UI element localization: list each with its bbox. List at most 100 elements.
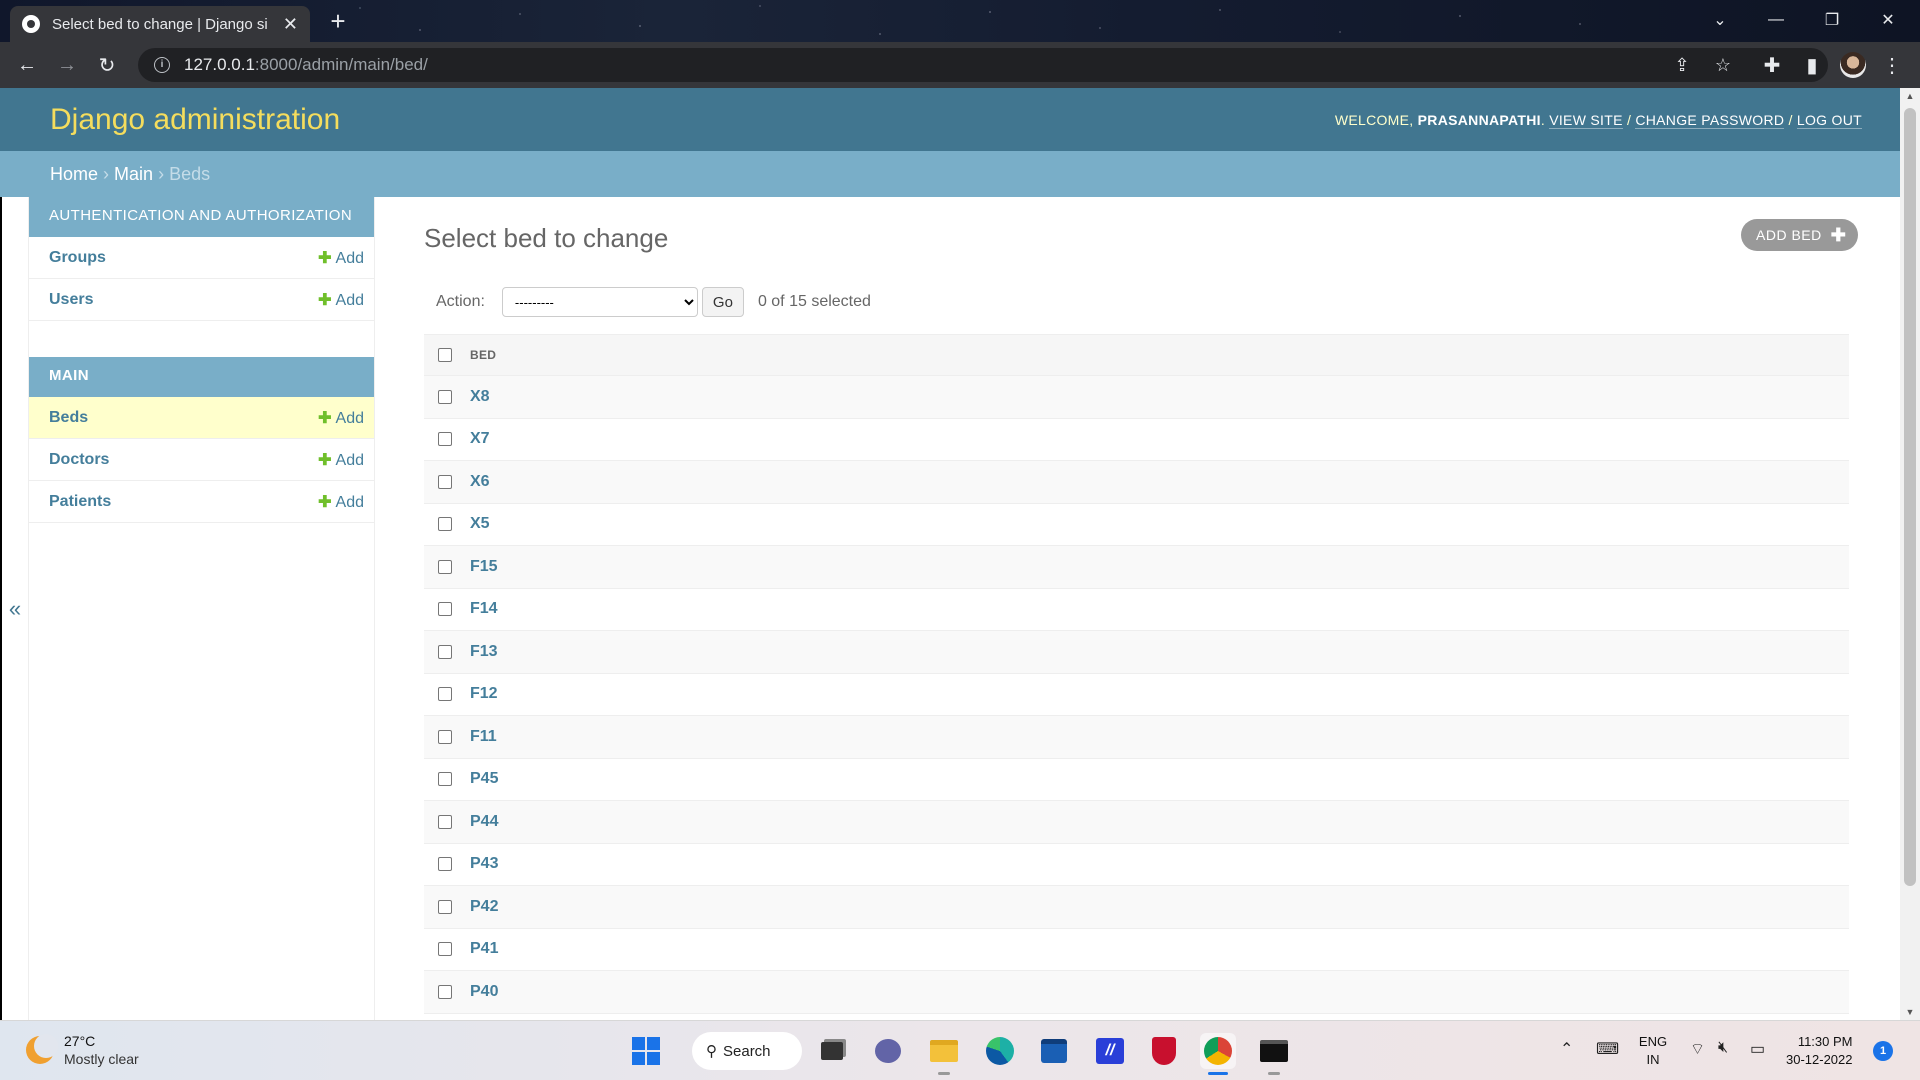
row-checkbox[interactable] (438, 942, 452, 957)
restore-icon[interactable]: ❐ (1804, 0, 1860, 40)
add-users-link[interactable]: ✚ Add (318, 290, 364, 310)
bed-link[interactable]: X6 (470, 473, 490, 491)
bed-link[interactable]: P45 (470, 770, 498, 788)
bed-link[interactable]: F11 (470, 728, 497, 746)
sidebar-link-groups[interactable]: Groups (49, 249, 106, 267)
column-header-bed[interactable]: BED (470, 348, 496, 362)
forward-arrow-icon[interactable]: → (52, 50, 82, 80)
bed-link[interactable]: P42 (470, 898, 498, 916)
notification-badge[interactable]: 1 (1873, 1041, 1893, 1061)
table-row: P45 (424, 758, 1849, 801)
row-checkbox[interactable] (438, 474, 452, 489)
reload-icon[interactable]: ↻ (92, 50, 122, 80)
microsoft-store-icon[interactable] (1036, 1033, 1072, 1069)
go-button[interactable]: Go (701, 287, 744, 317)
row-checkbox[interactable] (438, 814, 452, 829)
taskbar-search[interactable]: ⚲ Search (692, 1032, 802, 1070)
chrome-menu-icon[interactable]: ⋮ (1877, 50, 1907, 80)
url-host: 127.0.0.1 (184, 55, 255, 74)
sidebar-link-users[interactable]: Users (49, 291, 93, 309)
scrollbar-thumb[interactable] (1904, 108, 1916, 886)
log-out-link[interactable]: LOG OUT (1796, 112, 1862, 129)
row-checkbox[interactable] (438, 729, 452, 744)
chrome-browser-icon[interactable] (1200, 1033, 1236, 1069)
bed-link[interactable]: P41 (470, 940, 498, 958)
row-checkbox[interactable] (438, 389, 452, 404)
profile-avatar[interactable] (1840, 52, 1866, 78)
sidebar-toggle-icon[interactable]: « (0, 197, 29, 1020)
keyboard-icon[interactable]: ⌨ (1596, 1039, 1619, 1059)
share-icon[interactable]: ⇪ (1667, 50, 1697, 80)
site-info-icon[interactable]: i (154, 57, 170, 73)
action-select[interactable]: --------- (501, 287, 698, 317)
sidebar-link-beds[interactable]: Beds (49, 409, 88, 427)
edge-browser-icon[interactable] (982, 1033, 1018, 1069)
minimize-icon[interactable]: — (1748, 0, 1804, 40)
add-doctors-link[interactable]: ✚ Add (318, 450, 364, 470)
change-password-link[interactable]: CHANGE PASSWORD (1635, 112, 1785, 129)
row-checkbox[interactable] (438, 899, 452, 914)
input-language[interactable]: ENG IN (1636, 1033, 1670, 1069)
bed-link[interactable]: F14 (470, 600, 498, 618)
module-caption-main[interactable]: MAIN (29, 357, 374, 397)
weather-widget[interactable]: 27°C Mostly clear (26, 1033, 139, 1067)
add-patients-link[interactable]: ✚ Add (318, 492, 364, 512)
site-branding[interactable]: Django administration (50, 103, 340, 137)
vscode-like-app-icon[interactable]: // (1092, 1033, 1128, 1069)
bed-link[interactable]: F13 (470, 643, 498, 661)
bed-link[interactable]: X8 (470, 388, 490, 406)
file-explorer-icon[interactable] (926, 1033, 962, 1069)
sidebar-link-doctors[interactable]: Doctors (49, 451, 109, 469)
tab-search-chevron-icon[interactable]: ⌄ (1692, 0, 1748, 40)
window-close-icon[interactable]: ✕ (1860, 0, 1916, 40)
row-checkbox[interactable] (438, 984, 452, 999)
row-checkbox[interactable] (438, 559, 452, 574)
add-bed-button[interactable]: ADD BED ✚ (1741, 219, 1859, 251)
url-path: :8000/admin/main/bed/ (254, 55, 428, 74)
row-checkbox[interactable] (438, 857, 452, 872)
start-button[interactable] (628, 1033, 664, 1069)
scroll-down-arrow-icon[interactable]: ▼ (1900, 1004, 1920, 1020)
teams-chat-icon[interactable] (870, 1033, 906, 1069)
bed-link[interactable]: P43 (470, 855, 498, 873)
new-tab-plus-icon[interactable]: + (322, 6, 354, 38)
row-checkbox[interactable] (438, 644, 452, 659)
side-panel-icon[interactable]: ▮ (1797, 50, 1827, 80)
select-all-checkbox[interactable] (438, 348, 452, 362)
row-checkbox[interactable] (438, 432, 452, 447)
back-arrow-icon[interactable]: ← (12, 50, 42, 80)
breadcrumb-main[interactable]: Main (114, 164, 153, 184)
chevron-up-icon[interactable]: ⌃ (1560, 1039, 1573, 1059)
bookmark-star-icon[interactable]: ☆ (1708, 50, 1738, 80)
running-indicator (1268, 1072, 1280, 1075)
module-caption-auth[interactable]: AUTHENTICATION AND AUTHORIZATION (29, 197, 374, 237)
sidebar-link-patients[interactable]: Patients (49, 493, 111, 511)
browser-tab-active[interactable]: Select bed to change | Django si ✕ (10, 6, 310, 42)
scroll-up-arrow-icon[interactable]: ▲ (1900, 88, 1920, 104)
volume-muted-icon[interactable]: 🔇︎ (1718, 1039, 1728, 1057)
system-clock[interactable]: 11:30 PM 30-12-2022 (1786, 1033, 1853, 1069)
mcafee-shield-icon[interactable] (1146, 1033, 1182, 1069)
battery-icon[interactable]: ▭ (1750, 1039, 1765, 1059)
tab-close-icon[interactable]: ✕ (283, 14, 298, 35)
task-view-icon[interactable] (814, 1033, 850, 1069)
bed-link[interactable]: F15 (470, 558, 498, 576)
bed-link[interactable]: X5 (470, 515, 490, 533)
row-checkbox[interactable] (438, 602, 452, 617)
extensions-puzzle-icon[interactable]: ✚ (1757, 50, 1787, 80)
row-checkbox[interactable] (438, 517, 452, 532)
bed-link[interactable]: X7 (470, 430, 490, 448)
add-groups-link[interactable]: ✚ Add (318, 248, 364, 268)
address-bar[interactable]: i 127.0.0.1:8000/admin/main/bed/ (138, 48, 1828, 82)
bed-link[interactable]: P40 (470, 983, 498, 1001)
view-site-link[interactable]: VIEW SITE (1549, 112, 1623, 129)
page-scrollbar[interactable]: ▲ ▼ (1900, 88, 1920, 1020)
add-beds-link[interactable]: ✚ Add (318, 408, 364, 428)
bed-link[interactable]: P44 (470, 813, 498, 831)
breadcrumb-home[interactable]: Home (50, 164, 98, 184)
row-checkbox[interactable] (438, 772, 452, 787)
wifi-icon[interactable]: ⌔ (1690, 1039, 1705, 1059)
row-checkbox[interactable] (438, 687, 452, 702)
bed-link[interactable]: F12 (470, 685, 498, 703)
terminal-icon[interactable] (1256, 1033, 1292, 1069)
